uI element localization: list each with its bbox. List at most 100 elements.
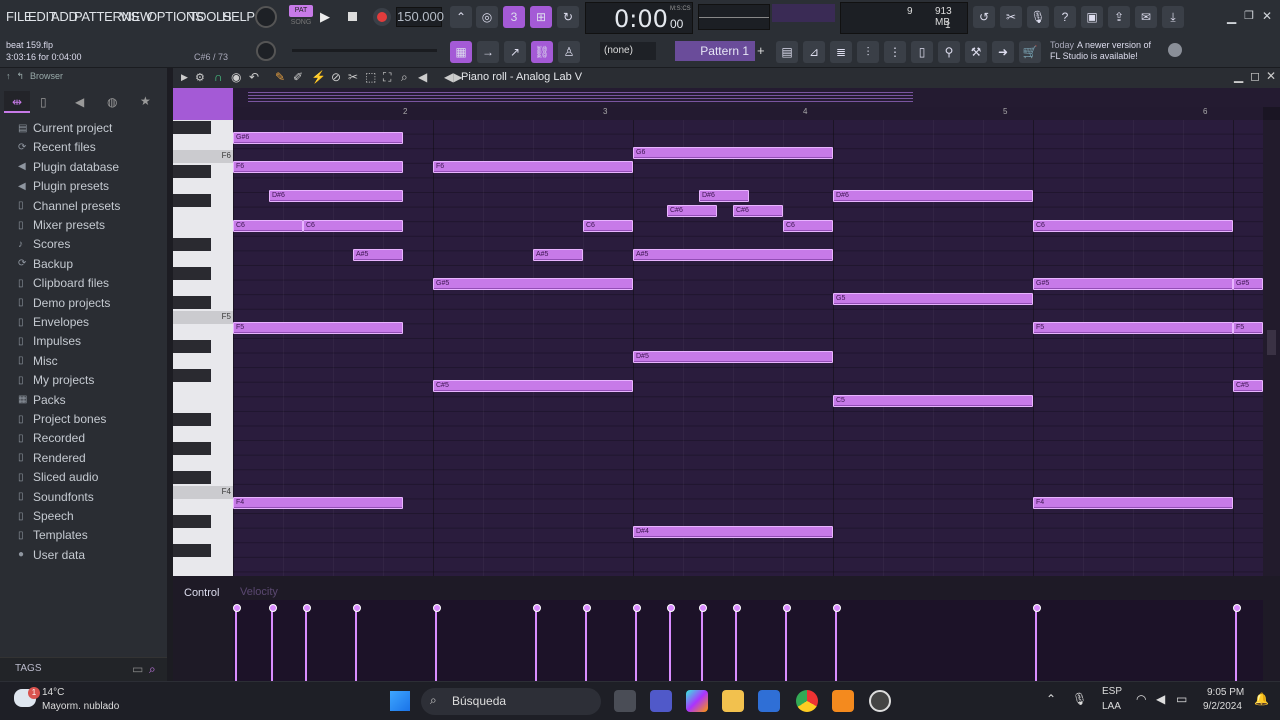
render-icon[interactable]: ⇪: [1108, 6, 1130, 28]
start-icon[interactable]: [390, 691, 410, 711]
left-right-icon[interactable]: ◀▶: [444, 70, 462, 84]
obs-icon[interactable]: [869, 690, 891, 712]
snap-select[interactable]: (none): [600, 42, 656, 60]
browser-item[interactable]: ▯ Templates: [18, 528, 88, 542]
fl-studio-icon[interactable]: [832, 690, 854, 712]
browser-item[interactable]: ⟳ Recent files: [18, 140, 96, 154]
weather-temp[interactable]: 14°C: [42, 687, 64, 698]
battery-icon[interactable]: ▭: [1176, 692, 1187, 706]
pr-close-icon[interactable]: ✕: [1266, 69, 1276, 83]
note[interactable]: C#5: [433, 380, 633, 393]
notification-icon[interactable]: 🔔: [1254, 692, 1269, 706]
browser-item[interactable]: ▯ Sliced audio: [18, 470, 98, 484]
piano-keyboard[interactable]: F6 F5 F4: [173, 120, 233, 576]
browser-item[interactable]: ▯ My projects: [18, 373, 94, 387]
browser-audio-tab-icon[interactable]: ◀: [75, 95, 84, 109]
note[interactable]: C#6: [667, 205, 717, 217]
note[interactable]: G#5: [1033, 278, 1233, 290]
black-key[interactable]: [173, 267, 211, 280]
note[interactable]: G6: [633, 146, 833, 159]
menu-arrow-icon[interactable]: ▶: [181, 72, 188, 83]
pencil-icon[interactable]: ✎: [275, 70, 285, 84]
pitch-slider[interactable]: [292, 49, 437, 52]
note[interactable]: D#5: [633, 351, 833, 363]
note[interactable]: C5: [833, 394, 1033, 407]
tray-chevron-icon[interactable]: ⌃: [1046, 692, 1056, 706]
browser-favorites-tab-icon[interactable]: ★: [140, 94, 151, 108]
master-volume-knob[interactable]: [255, 6, 277, 28]
note[interactable]: F4: [1033, 497, 1233, 509]
menu-help[interactable]: HELP: [222, 9, 255, 24]
browser-item[interactable]: ▯ Mixer presets: [18, 218, 105, 232]
tools-icon[interactable]: ⚒: [965, 41, 987, 63]
black-key[interactable]: [173, 442, 211, 456]
note[interactable]: C#5: [1233, 380, 1263, 393]
velocity-bar[interactable]: [1033, 604, 1041, 681]
weather-desc[interactable]: Mayorm. nublado: [42, 701, 119, 712]
play-marker-icon[interactable]: ◉: [231, 70, 241, 84]
globe-icon[interactable]: [1168, 43, 1182, 57]
note[interactable]: D#6: [699, 190, 749, 203]
folder-icon[interactable]: ▭: [132, 662, 143, 676]
note[interactable]: A#5: [633, 248, 833, 261]
note[interactable]: D#6: [269, 190, 403, 203]
task-view-icon[interactable]: [614, 690, 636, 712]
clock-time[interactable]: 9:05 PM: [1207, 687, 1244, 698]
note[interactable]: C6: [583, 219, 633, 232]
channel-rack-icon[interactable]: ≣: [830, 41, 852, 63]
slice-icon[interactable]: ✂: [348, 70, 358, 84]
velocity-bar[interactable]: [733, 604, 741, 681]
velocity-lane[interactable]: [233, 600, 1263, 681]
browser-item[interactable]: ♪ Scores: [18, 237, 70, 251]
cart-icon[interactable]: 🛒: [1019, 41, 1041, 63]
restore-icon[interactable]: ❐: [1244, 9, 1254, 22]
download-icon[interactable]: ⤓: [1162, 6, 1184, 28]
arrow-tool-icon[interactable]: ➜: [992, 41, 1014, 63]
pat-mode-button[interactable]: PAT: [289, 5, 313, 17]
velocity-bar[interactable]: [699, 604, 707, 681]
magnet-icon[interactable]: ∩: [214, 70, 223, 84]
browser-item[interactable]: ▯ Speech: [18, 509, 74, 523]
tray-mic-icon[interactable]: 🎙: [1072, 692, 1087, 706]
note[interactable]: C#6: [733, 205, 783, 217]
play-icon[interactable]: ▶: [320, 9, 330, 25]
cut-icon[interactable]: ✂: [1000, 6, 1022, 28]
browser-all-tab-icon[interactable]: ⇹: [4, 91, 30, 113]
pattern-selector[interactable]: Pattern 1: [675, 41, 755, 61]
black-key[interactable]: [173, 413, 211, 426]
pr-maximize-icon[interactable]: ◻: [1250, 69, 1260, 83]
metronome-icon[interactable]: ⌃: [450, 6, 472, 28]
clock-date[interactable]: 9/2/2024: [1203, 701, 1242, 712]
teams-icon[interactable]: [650, 690, 672, 712]
speaker-icon[interactable]: ◀: [418, 70, 427, 84]
tempo-display[interactable]: 150.000: [396, 7, 444, 27]
search-icon[interactable]: ⌕: [149, 662, 156, 677]
velocity-bar[interactable]: [533, 604, 541, 681]
browser-item[interactable]: ▯ Channel presets: [18, 199, 120, 213]
wifi-icon[interactable]: ◠: [1136, 692, 1146, 706]
master-pitch-knob[interactable]: [256, 41, 276, 61]
zoom-icon[interactable]: ⛶: [383, 70, 391, 85]
time-display[interactable]: 0:00 00 M:S:CS: [585, 2, 693, 34]
note-grid[interactable]: G#6 G6 F6 F6 D#6 D#6 D#6 C#6 C#6 C6 C6 C6 C6 C6 A#5 A#5…: [233, 120, 1263, 576]
copilot-icon[interactable]: [686, 690, 708, 712]
channel-rack-arrow-icon[interactable]: →: [477, 41, 499, 63]
browser-item[interactable]: ▦ Packs: [18, 393, 66, 407]
keyboard-layout[interactable]: LAA: [1102, 701, 1121, 712]
news-text-1[interactable]: A newer version of: [1077, 40, 1151, 50]
browser-item[interactable]: ▤ Current project: [18, 121, 112, 135]
file-explorer-icon[interactable]: [722, 690, 744, 712]
note[interactable]: F5: [233, 321, 403, 334]
wrench-icon[interactable]: ⚙: [195, 71, 205, 84]
language-code[interactable]: ESP: [1102, 686, 1122, 697]
black-key[interactable]: [173, 544, 211, 558]
minimize-icon[interactable]: ▁: [1227, 10, 1236, 24]
black-key[interactable]: [173, 471, 211, 485]
note[interactable]: C6: [303, 219, 403, 232]
timeline-ruler[interactable]: 2 3 4 5 6: [233, 107, 1263, 120]
chat-icon[interactable]: ✉: [1135, 6, 1157, 28]
browser-item[interactable]: ▯ Clipboard files: [18, 276, 109, 290]
volume-icon[interactable]: ◀: [1156, 692, 1165, 706]
note[interactable]: A#5: [533, 248, 583, 261]
close-icon[interactable]: ✕: [1262, 9, 1272, 23]
